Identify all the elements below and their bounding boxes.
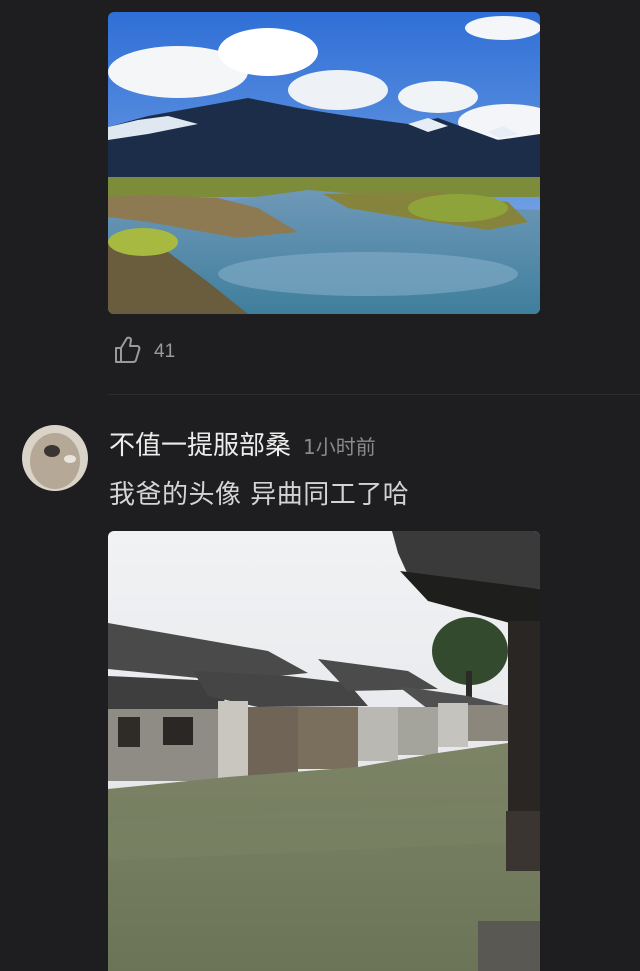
comment-header: 不值一提服部桑 1小时前 [109, 425, 376, 465]
comment-time: 1小时前 [303, 435, 376, 459]
divider [108, 394, 640, 395]
comment-text: 我爸的头像 异曲同工了哈 [109, 480, 410, 510]
landscape-photo [108, 12, 540, 314]
like-button[interactable]: 41 [112, 334, 175, 370]
avatar[interactable] [22, 425, 88, 491]
thumbs-up-icon [112, 334, 144, 370]
water-town-photo [108, 531, 540, 971]
comment-image-water-town[interactable] [108, 531, 540, 971]
avatar-image [22, 425, 88, 491]
like-count: 41 [154, 341, 176, 362]
post-image-landscape[interactable] [108, 12, 540, 314]
author-name[interactable]: 不值一提服部桑 [109, 425, 291, 462]
